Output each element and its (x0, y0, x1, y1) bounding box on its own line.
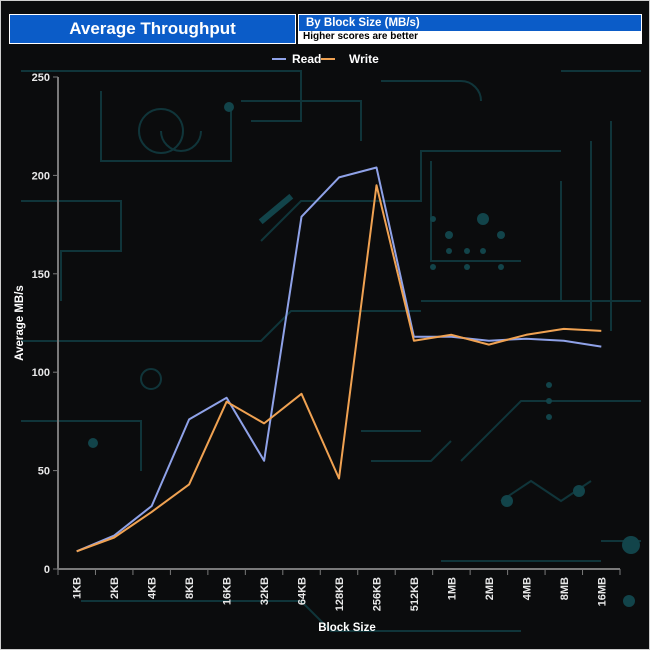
x-tick-label: 16KB (222, 577, 234, 605)
y-tick-label: 250 (32, 72, 50, 84)
y-tick-label: 150 (32, 269, 50, 281)
x-tick-label: 8KB (184, 577, 196, 599)
x-tick-label: 4MB (521, 577, 533, 600)
y-axis-ticks: 0 50 100 150 200 250 (32, 72, 58, 576)
x-tick-label: 64KB (297, 577, 309, 605)
x-tick-label: 8MB (559, 577, 571, 600)
x-tick-label: 32KB (259, 577, 271, 605)
x-axis-label: Block Size (318, 622, 376, 634)
y-tick-label: 100 (32, 367, 50, 379)
x-tick-label: 1MB (446, 577, 458, 600)
line-chart: Read Write 0 50 100 150 200 250 1KB 2KB 4KB 8KB 16… (14, 52, 621, 634)
x-tick-label: 16MB (596, 577, 608, 606)
series-lines (76, 166, 602, 553)
x-tick-label: 256KB (371, 577, 383, 611)
x-tick-label: 2KB (109, 577, 121, 599)
y-tick-label: 200 (32, 170, 50, 182)
legend: Read Write (272, 52, 379, 66)
axes (57, 77, 620, 570)
x-axis-ticks: 1KB 2KB 4KB 8KB 16KB 32KB 64KB 128KB 256KB 512KB 1… (57, 569, 621, 611)
x-tick-label: 4KB (147, 577, 159, 599)
y-tick-label: 0 (44, 564, 50, 576)
x-tick-label: 128KB (334, 577, 346, 611)
legend-label-read: Read (292, 52, 321, 66)
x-tick-label: 512KB (409, 577, 421, 611)
x-tick-label: 2MB (484, 577, 496, 600)
y-tick-label: 50 (38, 466, 50, 478)
chart-frame: Average Throughput By Block Size (MB/s) … (0, 0, 650, 650)
x-tick-label: 1KB (72, 577, 84, 599)
legend-label-write: Write (349, 52, 379, 66)
y-axis-label: Average MB/s (14, 285, 26, 361)
series-line-read (76, 166, 602, 553)
